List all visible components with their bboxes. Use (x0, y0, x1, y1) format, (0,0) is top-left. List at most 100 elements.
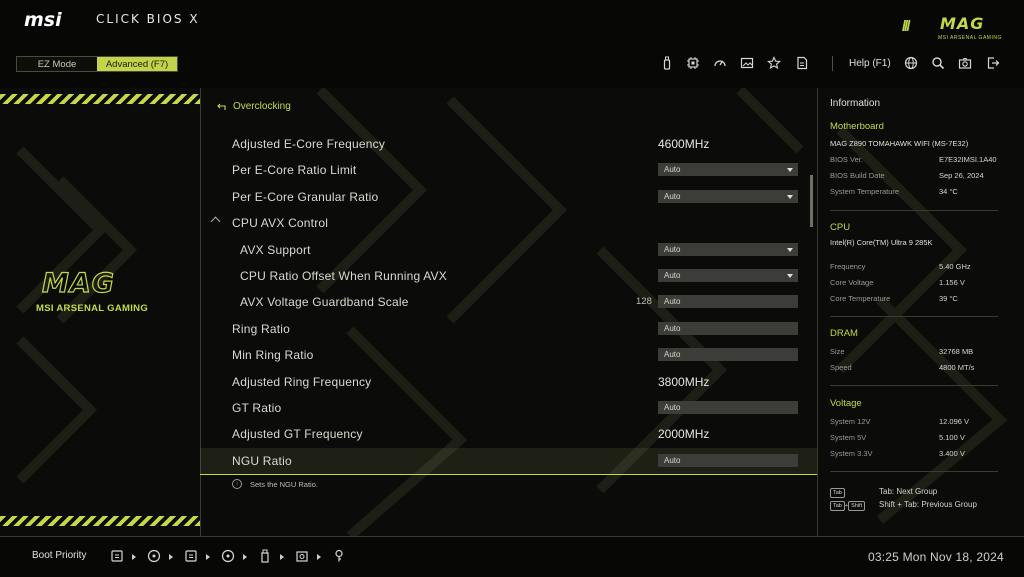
setting-value: 2000MHz (658, 427, 710, 442)
help-button[interactable]: Help (F1) (849, 58, 891, 69)
dram-heading: DRAM (830, 328, 858, 339)
globe-icon[interactable] (904, 56, 918, 70)
setting-label: AVX Support (240, 242, 311, 257)
setting-input[interactable]: Auto (658, 348, 798, 362)
disc-icon[interactable] (147, 549, 161, 563)
setting-row[interactable]: Min Ring Ratio Auto (200, 342, 817, 368)
setting-label: Per E-Core Granular Ratio (232, 189, 379, 204)
motherboard-model: MAG Z890 TOMAHAWK WIFI (MS-7E32) (830, 139, 969, 148)
breadcrumb[interactable]: Overclocking (216, 101, 291, 112)
setting-label: Ring Ratio (232, 321, 291, 336)
scrollbar[interactable] (810, 175, 813, 227)
exit-icon[interactable] (986, 56, 1000, 70)
back-arrow-icon (217, 103, 226, 110)
bottom-bar: Boot Priority 03:25 Mon Nov 18, 2024 (0, 536, 1024, 577)
cpu-model: Intel(R) Core(TM) Ultra 9 285K (830, 238, 933, 247)
camera-icon[interactable] (958, 56, 972, 70)
cpu-heading: CPU (830, 222, 851, 233)
info-title: Information (830, 98, 881, 109)
information-panel: Information Motherboard MAG Z890 TOMAHAW… (818, 88, 1024, 536)
setting-input[interactable]: Auto (658, 321, 798, 335)
info-icon: i (232, 479, 242, 489)
setting-label: GT Ratio (232, 401, 282, 415)
gauge-icon[interactable] (713, 56, 727, 70)
mag-logo-center: MAG MSI ARSENAL GAMING (36, 267, 166, 318)
arrow-right-icon (243, 554, 247, 560)
setting-label: Per E-Core Ratio Limit (232, 163, 357, 178)
dropdown-arrow-icon (787, 168, 793, 173)
mag-logo-center-sub: MSI ARSENAL GAMING (36, 303, 149, 314)
setting-dropdown[interactable]: Auto (658, 189, 798, 203)
voltage-heading: Voltage (830, 398, 862, 409)
image-icon[interactable] (740, 56, 754, 70)
setting-row[interactable]: Per E-Core Ratio Limit Auto (200, 157, 817, 183)
toolbar-divider (832, 56, 833, 71)
setting-label: Adjusted GT Frequency (232, 427, 363, 442)
mode-switch: EZ Mode Advanced (F7) (16, 56, 178, 72)
setting-label: CPU Ratio Offset When Running AVX (240, 269, 447, 283)
setting-row[interactable]: AVX Support Auto (200, 237, 817, 263)
advanced-mode-button[interactable]: Advanced (F7) (97, 57, 177, 71)
setting-row[interactable]: NGU Ratio Auto (200, 447, 817, 475)
msi-logo: msi (24, 9, 62, 31)
tab-key-icon: Tab (830, 488, 845, 498)
bios-title: CLICK BIOS X (96, 12, 200, 26)
setting-label: Adjusted E-Core Frequency (232, 137, 386, 151)
setting-dropdown[interactable]: Auto (658, 163, 798, 177)
arrow-right-icon (132, 554, 136, 560)
cpu-icon[interactable] (686, 56, 700, 70)
setting-row[interactable]: Adjusted E-Core Frequency 4600MHz (200, 131, 817, 157)
usb-drive-icon[interactable] (184, 549, 198, 563)
usb-drive-icon[interactable] (110, 549, 124, 563)
setting-input[interactable]: Auto (658, 295, 798, 309)
shift-key-icon: Shift (848, 501, 866, 511)
key-hint-shift-tab: Tab + Shift Shift + Tab: Previous Group (830, 500, 1020, 511)
info-divider (830, 385, 998, 386)
setting-value: Auto (664, 403, 681, 412)
setting-value: Auto (664, 297, 681, 307)
document-icon[interactable] (795, 56, 809, 70)
stripes-icon: /// (902, 18, 910, 35)
setting-number: 128 (636, 296, 652, 308)
setting-row[interactable]: Ring Ratio Auto (200, 316, 817, 342)
setting-dropdown[interactable]: Auto (658, 242, 798, 256)
setting-value: Auto (664, 165, 681, 175)
setting-value: 4600MHz (658, 137, 710, 151)
hazard-stripe-top (0, 94, 200, 104)
info-divider (830, 210, 998, 211)
search-icon[interactable] (931, 56, 945, 70)
ez-mode-button[interactable]: EZ Mode (17, 57, 97, 71)
hdd-icon[interactable] (295, 549, 309, 563)
setting-value: Auto (664, 271, 681, 280)
setting-value: 3800MHz (658, 374, 710, 389)
usb-icon[interactable] (660, 56, 674, 70)
setting-input[interactable]: Auto (658, 453, 798, 467)
hazard-stripe-bottom (0, 516, 200, 526)
arrow-right-icon (206, 554, 210, 560)
arrow-right-icon (317, 554, 321, 560)
arrow-right-icon (169, 554, 173, 560)
usb-key-icon[interactable] (332, 549, 346, 563)
setting-row[interactable]: CPU Ratio Offset When Running AVX Auto (200, 263, 817, 289)
usb-stick-icon[interactable] (258, 549, 272, 563)
disc-icon[interactable] (221, 549, 235, 563)
setting-input[interactable]: Auto (658, 401, 798, 414)
setting-row[interactable]: GT Ratio Auto (200, 395, 817, 421)
setting-label: Min Ring Ratio (232, 348, 314, 363)
mag-logo-center-word: MAG (41, 267, 115, 299)
setting-label: CPU AVX Control (232, 216, 329, 231)
setting-value: Auto (664, 455, 681, 465)
chevron-up-icon[interactable] (210, 216, 221, 227)
setting-row[interactable]: Adjusted GT Frequency 2000MHz (200, 421, 817, 447)
star-icon[interactable] (767, 56, 781, 70)
setting-row[interactable]: CPU AVX Control (200, 210, 817, 236)
setting-row[interactable]: AVX Voltage Guardband Scale 128 Auto (200, 289, 817, 315)
arrow-right-icon (280, 554, 284, 560)
setting-row[interactable]: Per E-Core Granular Ratio Auto (200, 184, 817, 210)
tab-key-icon: Tab (830, 501, 845, 511)
setting-dropdown[interactable]: Auto (658, 269, 798, 282)
mag-logo-word: MAG (940, 14, 985, 33)
setting-label: Adjusted Ring Frequency (232, 374, 372, 389)
mag-logo-sub: MSI ARSENAL GAMING (938, 35, 1002, 41)
setting-row[interactable]: Adjusted Ring Frequency 3800MHz (200, 369, 817, 395)
